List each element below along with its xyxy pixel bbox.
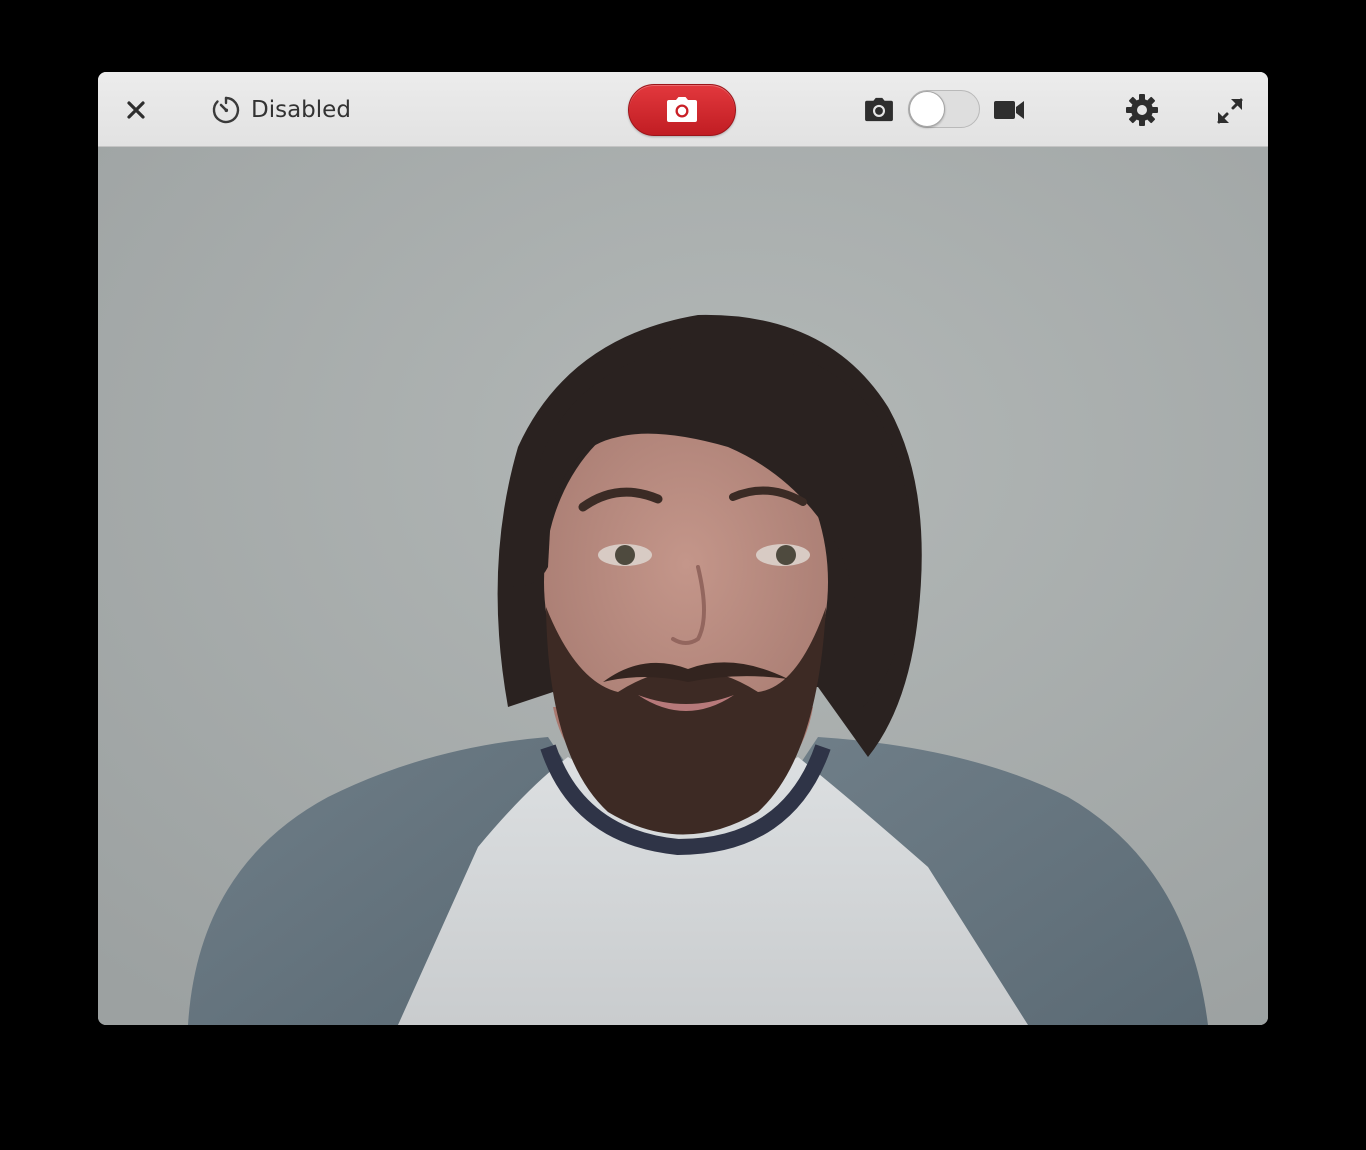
fullscreen-icon	[1217, 98, 1243, 124]
gear-icon	[1126, 94, 1158, 126]
camera-icon	[667, 97, 697, 122]
webcam-preview-image	[98, 147, 1268, 1025]
close-icon	[127, 101, 145, 119]
shutter-button[interactable]	[628, 84, 736, 136]
fullscreen-button[interactable]	[1212, 94, 1248, 128]
timer-icon	[212, 96, 240, 124]
timer-button[interactable]: Disabled	[210, 92, 351, 128]
timer-label: Disabled	[251, 97, 351, 123]
video-mode-icon-wrap	[992, 94, 1026, 126]
close-button[interactable]	[120, 94, 152, 126]
camera-window: Disabled	[98, 72, 1268, 1025]
camera-icon	[865, 97, 893, 122]
camera-viewfinder	[98, 147, 1268, 1025]
video-camera-icon	[994, 101, 1024, 119]
photo-video-mode-switch[interactable]	[908, 90, 980, 128]
settings-button[interactable]	[1124, 92, 1160, 128]
headerbar: Disabled	[98, 72, 1268, 147]
photo-mode-icon-wrap	[862, 94, 896, 126]
switch-knob[interactable]	[909, 91, 945, 127]
